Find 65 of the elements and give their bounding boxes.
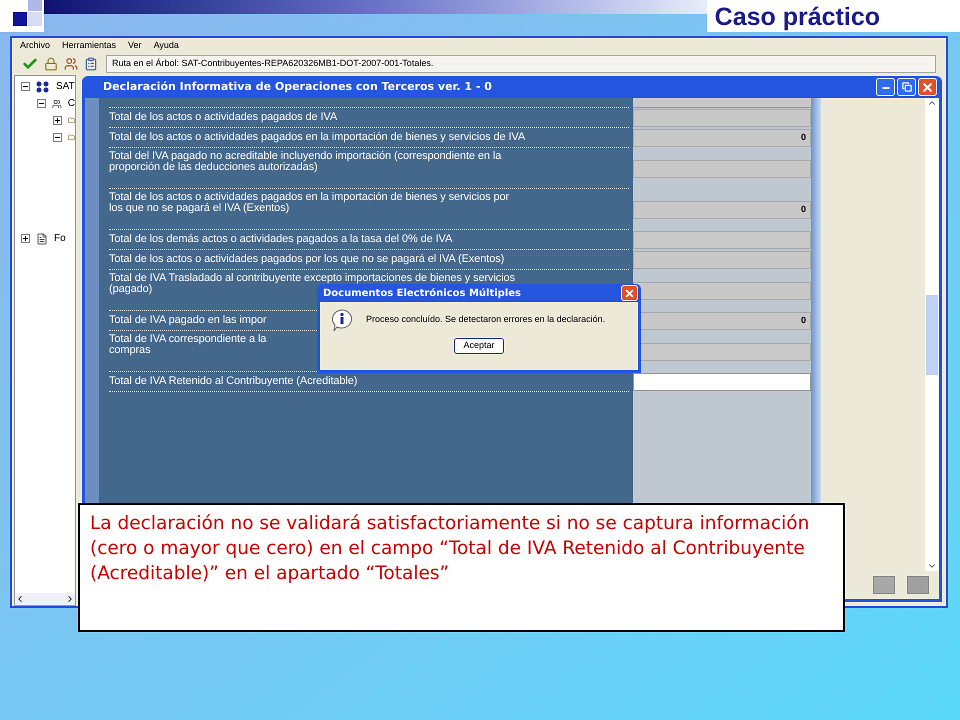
collapse-icon[interactable] xyxy=(37,99,46,108)
clipboard-icon[interactable] xyxy=(84,57,98,71)
collapse-icon[interactable] xyxy=(53,133,62,142)
scroll-thumb[interactable] xyxy=(926,294,938,374)
expand-icon[interactable] xyxy=(53,116,62,125)
dialog-title: Documentos Electrónicos Múltiples xyxy=(323,286,521,300)
field-label: proporción de las deducciones autorizadas) xyxy=(109,162,318,173)
field-label: Total de los demás actos o actividades pagados a la tasa del 0% de IVA xyxy=(109,234,452,245)
note-text: La declaración no se validará satisfactoriamente si no se captura información (cero o mayor que cero) en el campo “Total de IVA Retenido al Contribuyente (Acreditable)” en el apartado “Totales” xyxy=(90,512,810,586)
minimize-button[interactable] xyxy=(876,78,895,96)
input-field[interactable] xyxy=(633,251,811,269)
field-value: 0 xyxy=(800,131,806,144)
menu-item[interactable]: Ver xyxy=(128,38,142,52)
input-field[interactable]: 0 xyxy=(633,200,811,218)
expand-icon[interactable] xyxy=(21,234,30,243)
input-field[interactable] xyxy=(633,373,811,391)
input-field[interactable] xyxy=(633,160,811,178)
lock-icon[interactable] xyxy=(44,57,58,71)
field-label: Total de IVA correspondiente a la xyxy=(109,334,266,345)
menu-item[interactable]: Archivo xyxy=(20,38,50,52)
info-icon xyxy=(330,308,354,332)
document-icon xyxy=(36,232,48,244)
restore-icon xyxy=(902,82,912,92)
field-label: Total de IVA pagado en las impor xyxy=(109,315,266,326)
accept-button[interactable]: Aceptar xyxy=(454,338,504,354)
slide-title: Caso práctico xyxy=(714,2,880,32)
field-label: Total de los actos o actividades pagados por los que no se pagará el IVA (Exentos) xyxy=(109,254,504,265)
tree-item[interactable]: SAT xyxy=(56,79,75,94)
slide-decoration-drawing xyxy=(0,0,44,32)
dialog-message: Proceso concluído. Se detectaron errores en la declaración. xyxy=(366,313,606,326)
collapse-icon[interactable] xyxy=(21,82,30,91)
field-value: 0 xyxy=(800,202,806,216)
field-label: Total de IVA Retenido al Contribuyente (Acreditable) xyxy=(109,376,358,387)
restore-button[interactable] xyxy=(897,78,916,96)
folder-icon xyxy=(68,115,75,126)
field-label: Total del IVA pagado no acreditable incluyendo importación (correspondiente en la xyxy=(109,151,502,162)
close-icon xyxy=(921,80,934,94)
horizontal-scrollbar[interactable] xyxy=(15,593,75,605)
close-button[interactable] xyxy=(918,78,937,96)
people-icon[interactable] xyxy=(64,57,78,71)
field-value: 0 xyxy=(800,314,806,328)
folder-icon xyxy=(68,132,75,143)
close-icon xyxy=(624,288,635,298)
field-label: Total de los actos o actividades pagados en la importación de bienes y servicios por xyxy=(109,192,510,203)
tree-item[interactable]: C xyxy=(68,96,75,111)
input-field[interactable] xyxy=(633,231,811,249)
cluster-icon xyxy=(36,80,50,92)
menu-item[interactable]: Herramientas xyxy=(62,38,116,52)
menu-item[interactable]: Ayuda xyxy=(154,38,179,52)
window-title: Declaración Informativa de Operaciones con Terceros ver. 1 - 0 xyxy=(103,78,492,95)
input-field[interactable] xyxy=(633,109,811,127)
field-label: Total de los actos o actividades pagados en la importación de bienes y servicios de IVA xyxy=(109,132,526,143)
input-field[interactable] xyxy=(633,282,811,300)
person-icon xyxy=(52,98,62,110)
input-field[interactable] xyxy=(633,98,811,108)
input-field[interactable]: 0 xyxy=(633,129,811,147)
field-label: Total de IVA Trasladado al contribuyente excepto importaciones de bienes y servicios xyxy=(109,273,515,284)
close-button[interactable] xyxy=(621,285,638,301)
path-field: Ruta en el Árbol: SAT-Contribuyentes-REPA620326MB1-DOT-2007-001-Totales. xyxy=(106,55,936,73)
field-label: los que no se pagará el IVA (Exentos) xyxy=(109,203,290,214)
field-label: compras xyxy=(109,345,150,356)
field-label: (pagado) xyxy=(109,284,152,295)
field-label: Total de los actos o actividades pagados de IVA xyxy=(109,112,338,123)
tree-item[interactable]: Fo xyxy=(54,231,66,246)
vertical-scrollbar[interactable] xyxy=(925,98,939,571)
